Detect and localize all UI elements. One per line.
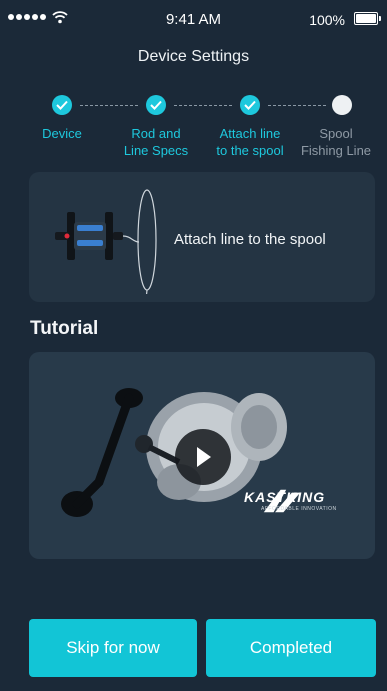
kastking-logo: KASTKING	[244, 489, 326, 505]
play-icon	[197, 447, 211, 467]
step-connector	[174, 105, 232, 106]
play-button[interactable]	[175, 429, 231, 485]
battery-percent: 100%	[309, 12, 345, 28]
step-spool-pending-icon	[332, 95, 352, 115]
spool-illustration	[55, 189, 157, 294]
completed-button[interactable]: Completed	[206, 619, 376, 677]
progress-stepper: Device Rod and Line Specs Attach line to…	[0, 95, 387, 165]
attach-line-card: Attach line to the spool	[29, 172, 375, 302]
step-label-attach: Attach line to the spool	[216, 126, 284, 158]
step-connector	[80, 105, 138, 106]
skip-for-now-button[interactable]: Skip for now	[29, 619, 197, 677]
tutorial-heading: Tutorial	[30, 318, 99, 339]
step-device-check-icon	[52, 95, 72, 115]
attach-instruction-text: Attach line to the spool	[174, 231, 326, 248]
step-attach-check-icon	[240, 95, 260, 115]
step-connector	[268, 105, 326, 106]
battery-icon	[354, 12, 381, 25]
status-bar: 9:41 AM 100%	[0, 0, 387, 40]
step-label-spool: Spool Fishing Line	[300, 126, 372, 158]
step-rod-check-icon	[146, 95, 166, 115]
step-label-device: Device	[42, 126, 82, 141]
step-label-rod: Rod and Line Specs	[123, 126, 189, 158]
kastking-tagline: AFFORDABLE INNOVATION	[261, 506, 337, 512]
page-title: Device Settings	[137, 48, 250, 65]
